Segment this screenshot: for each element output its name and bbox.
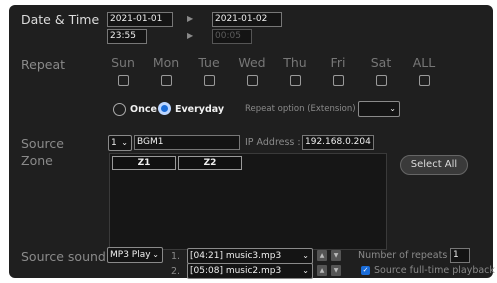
- day-sat-label: Sat: [370, 55, 392, 70]
- day-wed-label: Wed: [238, 55, 266, 70]
- repeat-extension-select[interactable]: ⌄: [358, 101, 400, 117]
- repeats-label: Number of repeats: [358, 250, 448, 261]
- end-date-input[interactable]: 2021-01-02: [212, 12, 282, 27]
- day-sat-checkbox[interactable]: [376, 75, 387, 86]
- end-time-input[interactable]: 00:05: [212, 29, 252, 44]
- chevron-down-icon: ⌄: [152, 250, 159, 259]
- track-2-select[interactable]: [05:08] music2.mp3 ⌄: [187, 263, 313, 279]
- everyday-radio[interactable]: [158, 102, 171, 115]
- day-thu-checkbox[interactable]: [290, 75, 301, 86]
- play-arrow-icon: ▶: [187, 14, 194, 23]
- day-tue-checkbox[interactable]: [204, 75, 215, 86]
- track-1-index: 1.: [171, 251, 181, 262]
- zone-item-z2[interactable]: Z2: [178, 156, 242, 170]
- day-thu-label: Thu: [283, 55, 307, 70]
- day-all-label: ALL: [412, 55, 436, 70]
- zone-label: Zone: [21, 153, 53, 168]
- day-sun-label: Sun: [111, 55, 135, 70]
- ip-address-label: IP Address :: [245, 137, 301, 148]
- day-fri-label: Fri: [330, 55, 346, 70]
- select-all-button[interactable]: Select All: [400, 155, 468, 175]
- chevron-down-icon: ⌄: [302, 251, 309, 260]
- repeat-extension-label: Repeat option (Extension): [245, 104, 356, 114]
- chevron-down-icon: ⌄: [121, 138, 128, 147]
- track-1-select[interactable]: [04:21] music3.mp3 ⌄: [187, 248, 313, 264]
- day-mon-checkbox[interactable]: [161, 75, 172, 86]
- track-2-down-button[interactable]: ▼: [331, 265, 341, 276]
- day-tue-label: Tue: [198, 55, 220, 70]
- schedule-panel: Date & Time 2021-01-01 ▶ 2021-01-02 23:5…: [9, 5, 495, 279]
- chevron-down-icon: ⌄: [389, 104, 396, 113]
- start-date-input[interactable]: 2021-01-01: [107, 12, 173, 27]
- ip-address-input[interactable]: 192.168.0.204: [302, 135, 374, 150]
- source-label: Source: [21, 136, 64, 151]
- fulltime-label: Source full-time playback: [374, 265, 495, 276]
- start-time-input[interactable]: 23:55: [107, 29, 147, 44]
- day-sun-checkbox[interactable]: [118, 75, 129, 86]
- sound-mode-select[interactable]: MP3 Play ⌄: [107, 247, 163, 263]
- day-all-checkbox[interactable]: [419, 75, 430, 86]
- day-wed-checkbox[interactable]: [247, 75, 258, 86]
- track-2-index: 2.: [171, 266, 181, 277]
- day-mon-label: Mon: [152, 55, 180, 70]
- repeat-label: Repeat: [21, 57, 66, 72]
- once-radio[interactable]: [113, 103, 126, 116]
- track-1-down-button[interactable]: ▼: [331, 250, 341, 261]
- source-sound-label: Source sound: [21, 249, 106, 264]
- source-number-select[interactable]: 1 ⌄: [108, 135, 132, 151]
- zone-list: Z1 Z2: [109, 153, 387, 250]
- track-2-up-button[interactable]: ▲: [317, 265, 327, 276]
- checkmark-icon: ✓: [362, 266, 369, 274]
- source-name-input[interactable]: BGM1: [134, 135, 240, 150]
- play-arrow-icon: ▶: [187, 31, 194, 40]
- once-label: Once: [130, 104, 157, 115]
- chevron-down-icon: ⌄: [302, 266, 309, 275]
- date-time-label: Date & Time: [21, 12, 100, 27]
- everyday-label: Everyday: [175, 104, 225, 115]
- track-1-up-button[interactable]: ▲: [317, 250, 327, 261]
- zone-item-z1[interactable]: Z1: [112, 156, 176, 170]
- repeats-input[interactable]: 1: [450, 248, 470, 263]
- day-fri-checkbox[interactable]: [333, 75, 344, 86]
- fulltime-checkbox[interactable]: ✓: [361, 266, 370, 275]
